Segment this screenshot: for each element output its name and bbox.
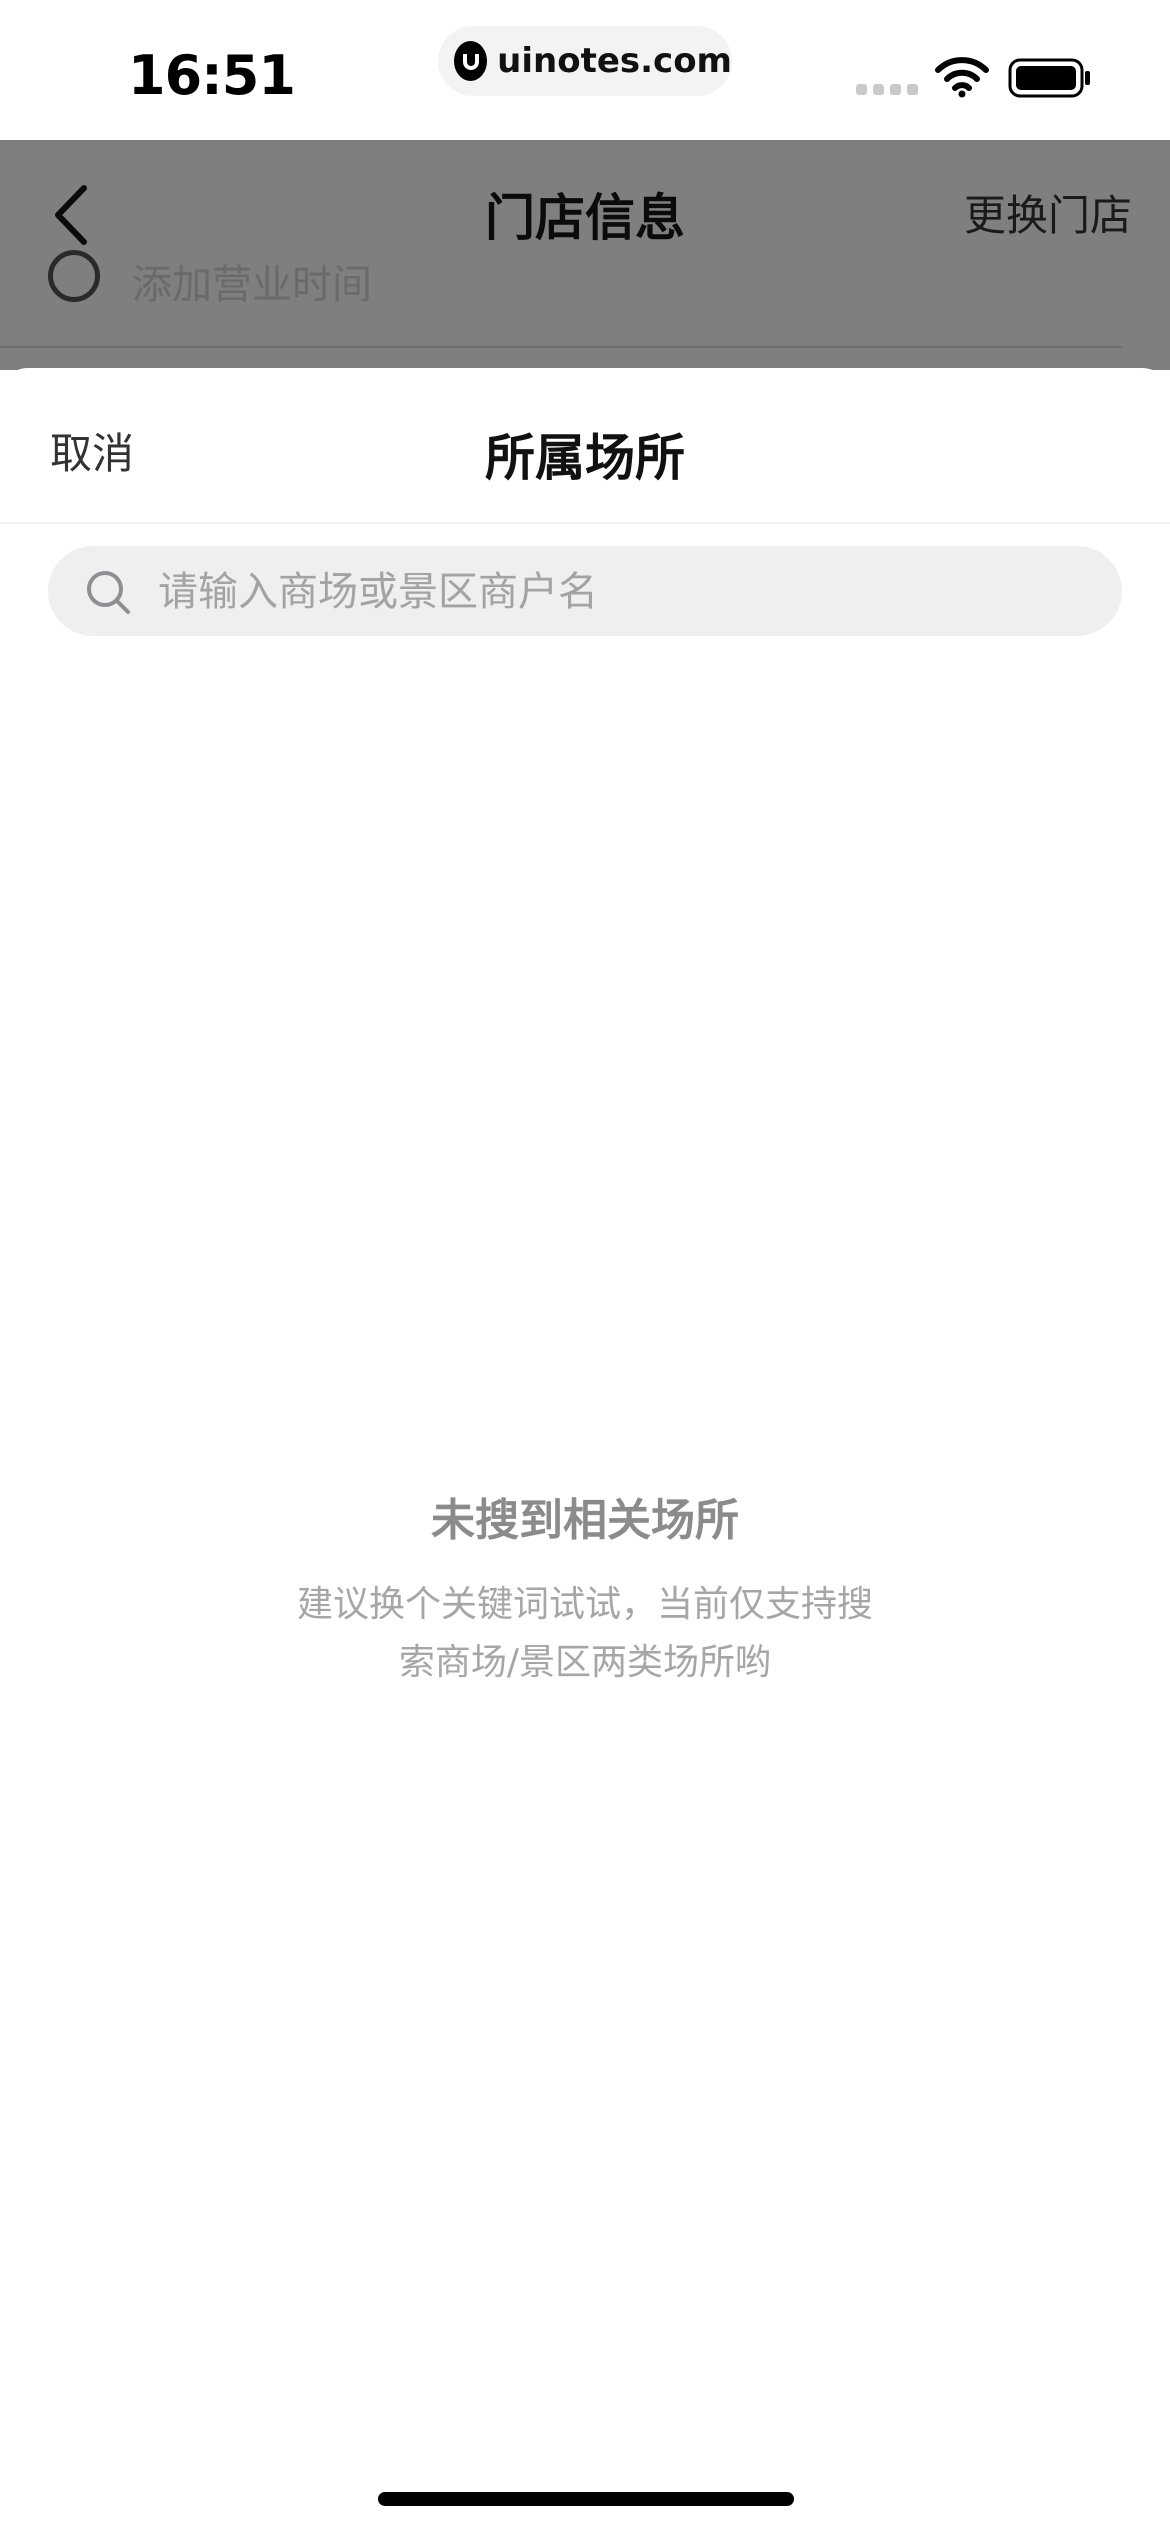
uinotes-logo-icon — [454, 41, 488, 81]
divider — [0, 346, 1122, 348]
sheet-title: 所属场所 — [485, 429, 685, 487]
business-hours-label: 添加营业时间 — [132, 262, 372, 308]
wifi-icon — [935, 57, 989, 98]
venue-picker-sheet: 取消 所属场所 未搜到相关场所 建议换个关键词试试，当前仅支持搜索商场/景区两类… — [0, 368, 1170, 2532]
url-pill[interactable]: uinotes.com — [438, 26, 732, 96]
empty-state-title: 未搜到相关场所 — [431, 1495, 739, 1546]
status-time: 16:51 — [128, 44, 296, 107]
status-bar: 16:51 uinotes.com — [0, 0, 1170, 140]
business-hours-row[interactable]: 添加营业时间 — [48, 250, 1128, 350]
search-bar[interactable] — [48, 546, 1122, 638]
home-indicator[interactable] — [378, 2492, 794, 2506]
cellular-signal-icon — [856, 84, 918, 95]
empty-state-description: 建议换个关键词试试，当前仅支持搜索商场/景区两类场所哟 — [296, 1584, 873, 1683]
change-store-button[interactable]: 更换门店 — [964, 182, 1132, 243]
background-page-overlay[interactable]: 门店信息 更换门店 添加营业时间 — [0, 140, 1170, 370]
url-text: uinotes.com — [497, 41, 732, 81]
search-input[interactable] — [156, 546, 1100, 638]
battery-icon — [1008, 58, 1090, 98]
clock-icon — [48, 250, 100, 302]
search-icon — [87, 571, 130, 614]
sheet-header: 取消 所属场所 — [0, 368, 1170, 524]
